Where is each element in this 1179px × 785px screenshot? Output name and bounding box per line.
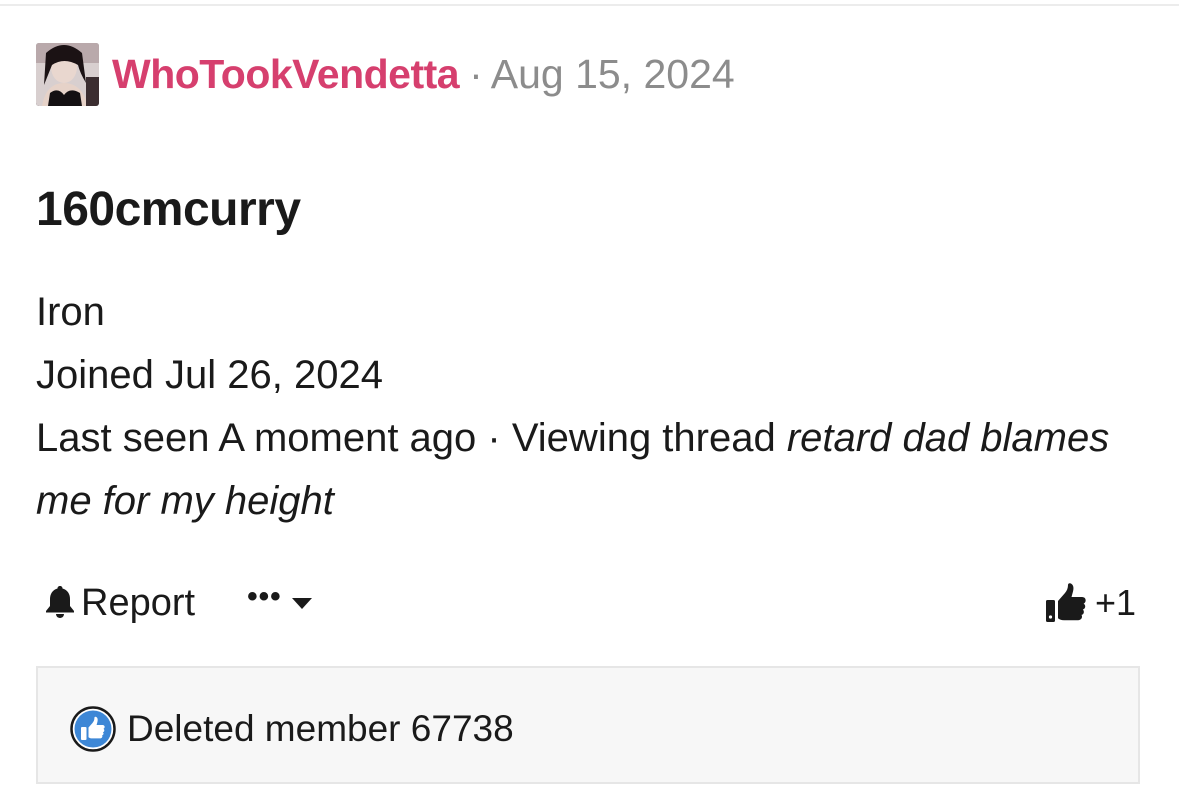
bell-icon — [44, 584, 76, 623]
chevron-down-icon — [290, 595, 314, 611]
member-username[interactable]: 160cmcurry — [36, 182, 301, 238]
member-joined: Joined Jul 26, 2024 — [36, 353, 383, 397]
post-actions: Report ••• — [44, 578, 314, 628]
reaction-users-link[interactable]: Deleted member 67738 — [127, 708, 514, 750]
more-options-button[interactable]: ••• — [247, 582, 314, 618]
post-author-link[interactable]: WhoTookVendetta — [112, 51, 460, 98]
like-badge-icon — [70, 706, 116, 752]
report-button[interactable]: Report — [44, 582, 195, 625]
header-separator: · — [469, 50, 483, 97]
post-date[interactable]: Aug 15, 2024 — [491, 51, 735, 98]
like-button[interactable]: +1 — [1045, 578, 1136, 628]
last-seen-text: Last seen A moment ago · Viewing thread — [36, 416, 787, 460]
member-info: Iron Joined Jul 26, 2024 Last seen A mom… — [36, 281, 1146, 533]
more-options-dots: ••• — [247, 580, 282, 613]
report-label: Report — [81, 581, 196, 624]
avatar-image — [36, 42, 99, 106]
avatar[interactable] — [36, 42, 99, 106]
like-count: +1 — [1094, 582, 1136, 623]
member-activity: Last seen A moment ago · Viewing thread … — [36, 407, 1146, 533]
member-rank: Iron — [36, 290, 105, 334]
post-header: WhoTookVendetta · Aug 15, 2024 — [36, 42, 735, 106]
top-divider — [0, 4, 1179, 6]
reactions-bar: Deleted member 67738 — [36, 666, 1140, 784]
thumbs-up-icon — [1045, 583, 1087, 623]
